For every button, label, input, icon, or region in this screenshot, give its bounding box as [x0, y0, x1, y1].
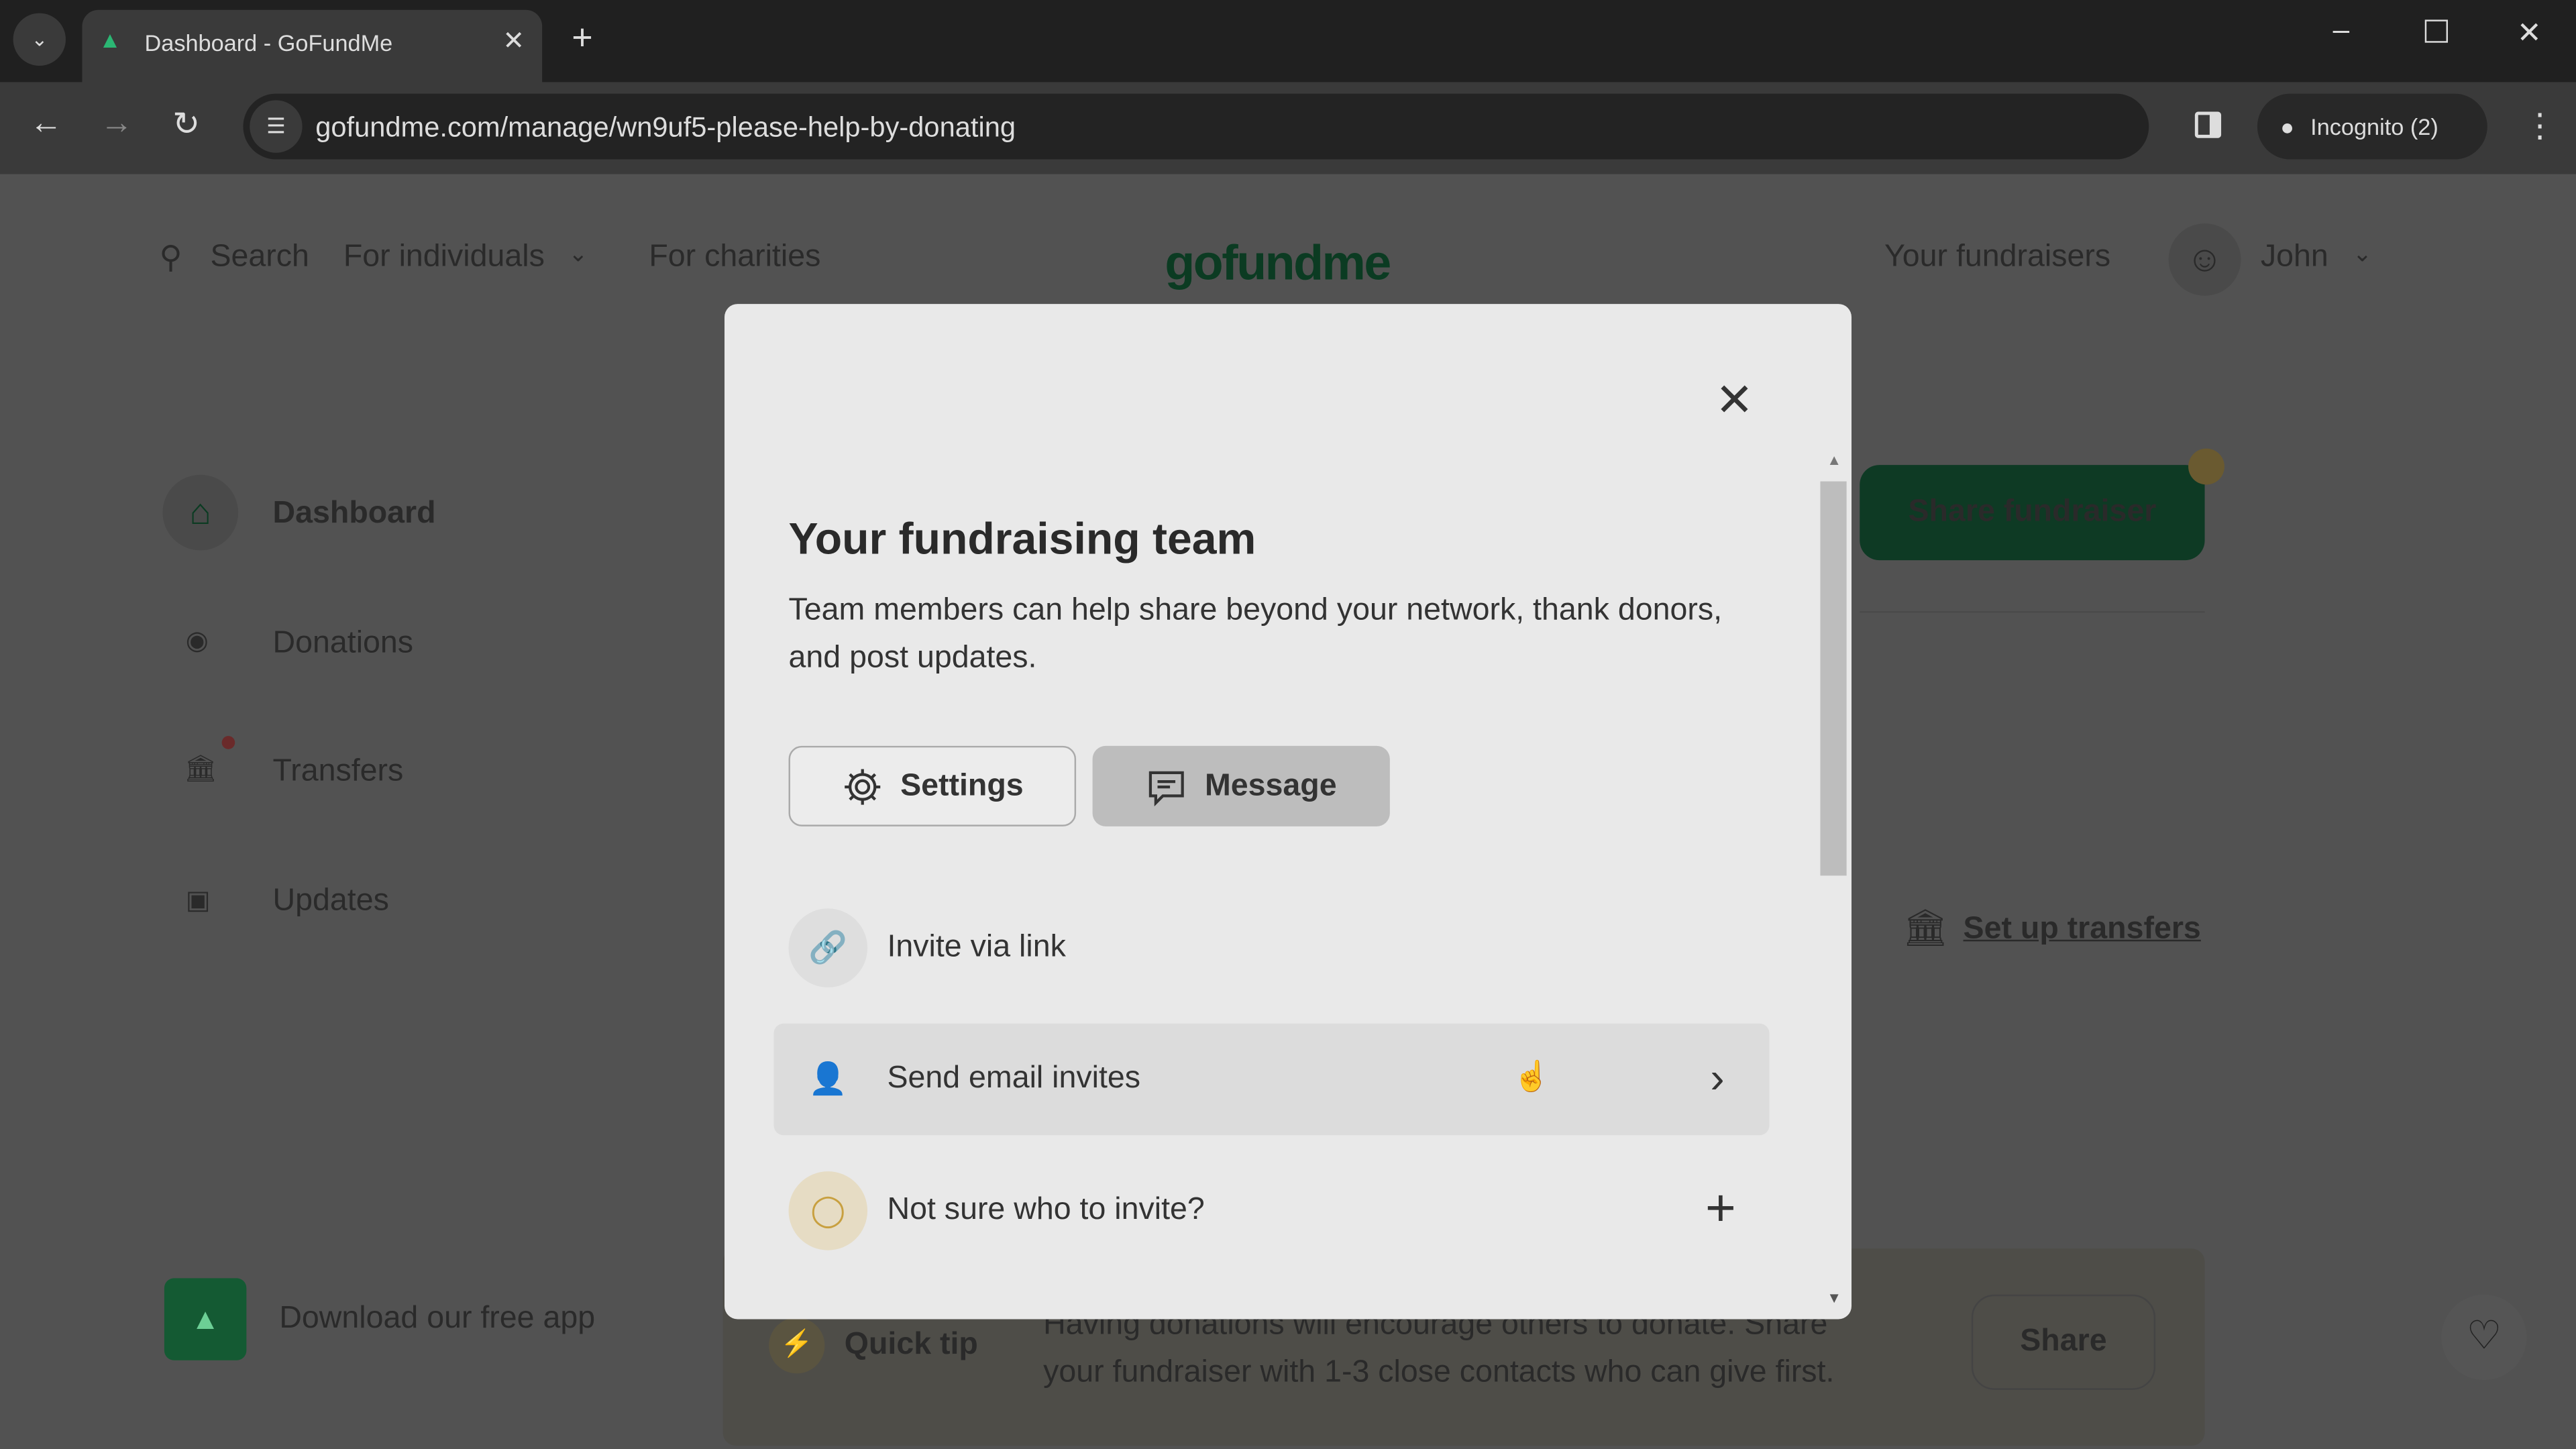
for-individuals-menu[interactable]: For individuals [343, 240, 545, 276]
fundraising-team-modal: ✕ ▲ ▼ Your fundraising team Team members… [724, 304, 1852, 1320]
close-tab-icon[interactable]: ✕ [502, 25, 525, 58]
chevron-down-icon: ⌄ [568, 239, 588, 266]
url-text: gofundme.com/manage/wn9uf5-please-help-b… [315, 111, 1016, 144]
updates-icon: ▣ [185, 887, 211, 916]
chevron-down-icon: ⌄ [2352, 239, 2372, 266]
address-bar[interactable]: ☰ gofundme.com/manage/wn9uf5-please-help… [243, 93, 2149, 160]
incognito-icon: ● [2280, 113, 2294, 140]
user-avatar-icon[interactable]: ☺ [2168, 223, 2241, 296]
bank-icon: 🏛 [184, 755, 218, 784]
message-icon [1149, 770, 1185, 806]
share-button[interactable]: Share [1971, 1294, 2156, 1390]
cursor-hand-icon: ☝ [1513, 1059, 1550, 1093]
browser-tab-bar: ⌄ ▲ Dashboard - GoFundMe ✕ + – ✕ [0, 0, 2576, 83]
incognito-button[interactable]: ● Incognito (2) [2257, 93, 2487, 160]
bank-icon: 🏛 [1902, 906, 1949, 949]
close-icon[interactable]: ✕ [1715, 373, 1754, 427]
download-app-link[interactable]: Download our free app [279, 1301, 595, 1338]
scroll-up-icon[interactable]: ▲ [1827, 451, 1841, 468]
modal-description: Team members can help share beyond your … [788, 593, 1723, 676]
badge-dot [2188, 448, 2224, 485]
site-info-icon[interactable]: ☰ [250, 100, 303, 153]
new-tab-icon[interactable]: + [572, 16, 592, 59]
scroll-down-icon[interactable]: ▼ [1827, 1289, 1841, 1305]
gofundme-favicon: ▲ [98, 26, 121, 53]
gofundme-logo[interactable]: gofundme [1165, 237, 1391, 292]
lightning-icon: ⚡ [769, 1318, 825, 1374]
menu-icon[interactable]: ⋮ [2524, 105, 2557, 146]
restore-icon[interactable] [2424, 19, 2449, 43]
not-sure-label: Not sure who to invite? [887, 1192, 1205, 1228]
app-icon: ▲ [164, 1278, 247, 1360]
add-person-icon: 👤 [808, 1063, 848, 1097]
divider [1860, 611, 2205, 613]
sidebar-item-dashboard[interactable]: Dashboard [273, 496, 436, 533]
settings-label: Settings [900, 767, 1024, 803]
scrollbar-thumb[interactable] [1820, 481, 1847, 876]
your-fundraisers-link[interactable]: Your fundraisers [1884, 240, 2110, 276]
incognito-label: Incognito (2) [2310, 113, 2438, 140]
plus-icon[interactable]: + [1705, 1178, 1736, 1239]
minimize-icon[interactable]: – [2333, 13, 2350, 48]
message-button[interactable]: Message [1092, 745, 1390, 826]
invite-via-link-label: Invite via link [887, 930, 1066, 965]
user-menu[interactable]: John [2261, 240, 2328, 276]
share-fundraiser-button[interactable]: Share fundraiser [1860, 465, 2205, 561]
back-icon[interactable]: ← [30, 105, 62, 143]
sidebar-item-updates[interactable]: Updates [273, 884, 389, 920]
close-window-icon[interactable]: ✕ [2517, 16, 2542, 50]
help-chat-icon[interactable]: ♡ [2441, 1294, 2527, 1381]
for-charities-link[interactable]: For charities [649, 240, 820, 276]
lightbulb-icon: ◯ [788, 1171, 868, 1250]
send-email-invites-label: Send email invites [887, 1061, 1141, 1096]
share-label: Share [2020, 1324, 2107, 1359]
sidebar-item-transfers[interactable]: Transfers [273, 754, 404, 790]
set-up-transfers-link[interactable]: Set up transfers [1964, 912, 2201, 948]
search-icon[interactable]: ⚲ [160, 240, 182, 278]
gear-icon [845, 768, 881, 804]
forward-icon[interactable]: → [100, 105, 133, 143]
search-link[interactable]: Search [210, 240, 309, 276]
not-sure-who-to-invite-item[interactable]: ◯ Not sure who to invite? + [788, 1171, 1758, 1250]
tab-title: Dashboard - GoFundMe [144, 30, 393, 56]
donations-icon: ◉ [185, 627, 209, 656]
message-label: Message [1204, 767, 1337, 803]
quick-tip-label: Quick tip [844, 1327, 978, 1362]
modal-title: Your fundraising team [788, 514, 1256, 564]
settings-button[interactable]: Settings [788, 745, 1077, 826]
send-email-invites-item[interactable]: 👤 Send email invites ☝ › [773, 1023, 1770, 1136]
share-fundraiser-label: Share fundraiser [1908, 494, 2157, 529]
scrollbar[interactable]: ▲ ▼ [1819, 451, 1848, 1312]
reload-icon[interactable]: ↻ [172, 103, 200, 144]
side-panel-icon[interactable] [2194, 111, 2222, 138]
link-icon: 🔗 [788, 908, 868, 987]
browser-tab[interactable]: ▲ Dashboard - GoFundMe ✕ [82, 9, 543, 83]
tab-search-button[interactable]: ⌄ [13, 13, 66, 66]
invite-via-link-item[interactable]: 🔗 Invite via link [788, 908, 1066, 987]
notification-dot [221, 736, 235, 749]
chevron-right-icon: › [1710, 1053, 1725, 1103]
sidebar-item-donations[interactable]: Donations [273, 626, 414, 662]
home-icon: ⌂ [162, 474, 239, 551]
